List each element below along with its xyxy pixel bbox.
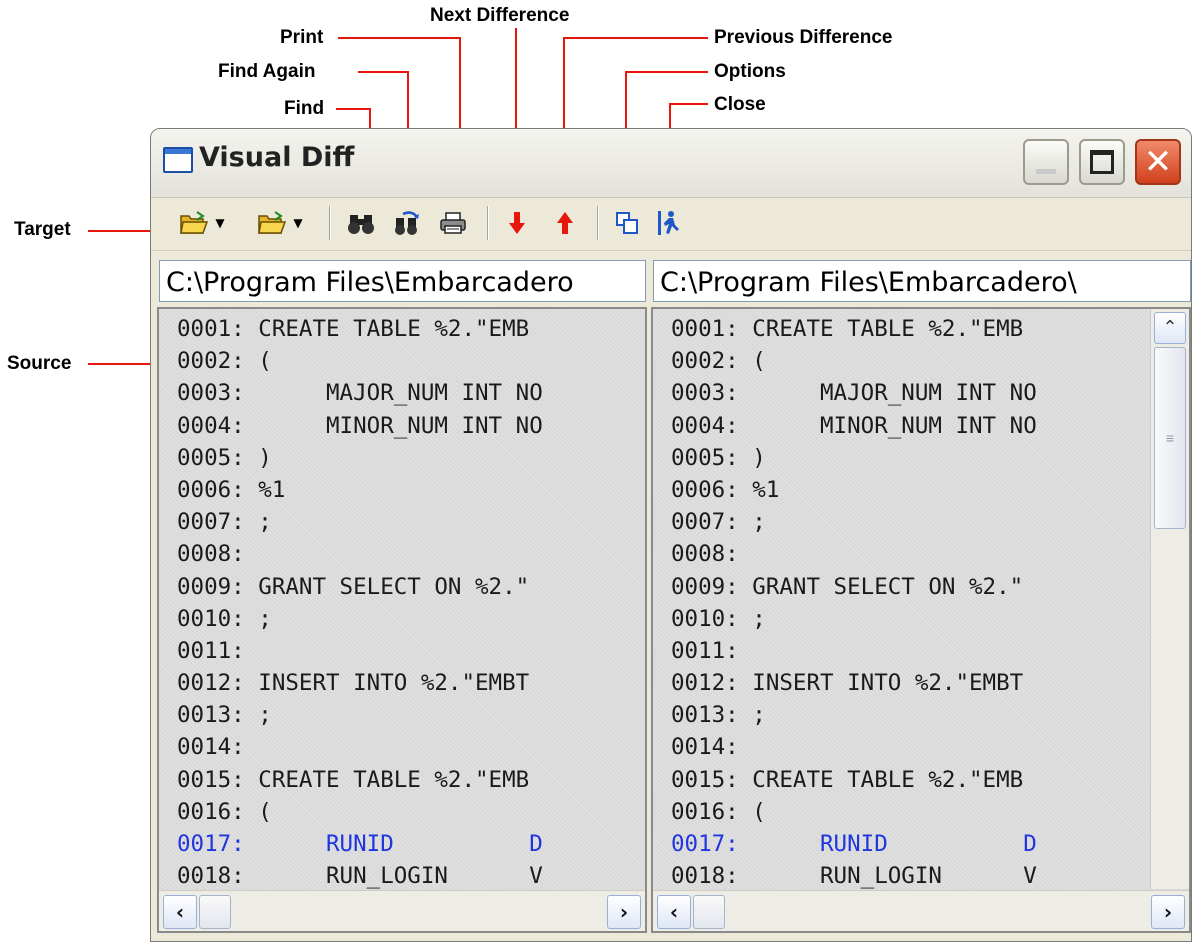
code-line: 0001: CREATE TABLE %2."EMB — [671, 316, 1024, 342]
code-line: 0009: GRANT SELECT ON %2." — [671, 573, 1024, 600]
toolbar-separator — [487, 206, 489, 240]
source-code-lines: 0001: CREATE TABLE %2."EMB 0002: ( 0003: M… — [671, 313, 1037, 892]
code-line: 0001: CREATE TABLE %2."EMB — [177, 316, 530, 342]
scroll-right-button[interactable]: › — [607, 895, 641, 929]
code-line: 0015: CREATE TABLE %2."EMB — [177, 766, 530, 793]
code-line: 0005: ) — [671, 444, 766, 471]
code-line: 0016: ( — [671, 798, 766, 825]
code-line: 0014: — [671, 734, 739, 761]
app-window-icon — [163, 147, 193, 173]
find-button[interactable] — [343, 208, 379, 238]
target-open-button[interactable]: ▼ — [173, 208, 231, 238]
scroll-right-button[interactable]: › — [1151, 895, 1185, 929]
callout-options: Options — [714, 61, 786, 82]
next-difference-button[interactable] — [501, 208, 533, 238]
code-line: 0008: — [177, 541, 245, 568]
callout-print: Print — [280, 27, 324, 48]
code-line: 0010: ; — [671, 605, 766, 632]
printer-icon — [440, 212, 466, 234]
print-button[interactable] — [435, 208, 471, 238]
visual-diff-window: Visual Diff ✕ ▼ ▼ C:\Program Files\Embar… — [150, 128, 1192, 942]
code-line: 0014: — [177, 734, 245, 761]
code-line: 0013: ; — [671, 702, 766, 729]
code-line: 0002: ( — [671, 348, 766, 375]
toolbar-separator — [329, 206, 331, 240]
code-line: 0018: RUN_LOGIN V — [671, 863, 1037, 890]
close-window-button[interactable]: ✕ — [1135, 139, 1181, 185]
toolbar-separator — [597, 206, 599, 240]
target-code-pane[interactable]: 0001: CREATE TABLE %2."EMB 0002: ( 0003: M… — [157, 307, 647, 933]
title-bar[interactable]: Visual Diff ✕ — [151, 129, 1191, 198]
source-horizontal-scrollbar[interactable]: ‹ › — [653, 890, 1189, 931]
callout-find: Find — [284, 98, 325, 119]
callout-find-again: Find Again — [218, 61, 316, 82]
code-line: 0008: — [671, 541, 739, 568]
maximize-icon — [1090, 150, 1114, 174]
code-line: 0015: CREATE TABLE %2."EMB — [671, 766, 1024, 793]
code-line: 0013: ; — [177, 702, 272, 729]
code-line: 0005: ) — [177, 444, 272, 471]
code-line: 0004: MINOR_NUM INT NO — [177, 412, 543, 439]
callout-target: Target — [14, 219, 71, 240]
code-line: 0004: MINOR_NUM INT NO — [671, 412, 1037, 439]
find-again-icon — [395, 211, 419, 235]
callout-source: Source — [7, 353, 72, 374]
callout-next-difference: Next Difference — [430, 5, 570, 26]
code-line: 0007: ; — [177, 509, 272, 536]
options-button[interactable] — [611, 208, 643, 238]
find-again-button[interactable] — [389, 208, 425, 238]
scroll-left-button[interactable]: ‹ — [163, 895, 197, 929]
dropdown-arrow-icon[interactable]: ▼ — [215, 216, 224, 230]
code-line: 0011: — [177, 637, 245, 664]
callout-previous-difference: Previous Difference — [714, 27, 893, 48]
window-title: Visual Diff — [199, 142, 355, 173]
callout-close: Close — [714, 94, 766, 115]
minimize-icon — [1036, 169, 1056, 174]
scroll-left-button[interactable]: ‹ — [657, 895, 691, 929]
code-line: 0012: INSERT INTO %2."EMBT — [177, 670, 530, 697]
previous-difference-button[interactable] — [549, 208, 581, 238]
options-icon — [616, 212, 638, 234]
target-horizontal-scrollbar[interactable]: ‹ › — [159, 890, 645, 931]
code-line: 0003: MAJOR_NUM INT NO — [671, 380, 1037, 407]
open-folder-icon — [180, 211, 209, 234]
up-arrow-icon — [557, 212, 573, 234]
code-line: 0009: GRANT SELECT ON %2." — [177, 573, 530, 600]
code-line: 0011: — [671, 637, 739, 664]
exit-icon — [658, 211, 679, 235]
code-line: 0002: ( — [177, 348, 272, 375]
code-line: 0012: INSERT INTO %2."EMBT — [671, 670, 1024, 697]
code-line: 0006: %1 — [671, 476, 780, 503]
target-path-field[interactable]: C:\Program Files\Embarcadero — [159, 260, 646, 302]
code-line: 0017: RUNID D — [177, 831, 543, 857]
open-folder-icon — [258, 211, 287, 234]
scroll-thumb[interactable] — [199, 895, 231, 929]
code-line: 0016: ( — [177, 798, 272, 825]
code-line: 0006: %1 — [177, 476, 286, 503]
code-line: 0003: MAJOR_NUM INT NO — [177, 380, 543, 407]
close-icon: ✕ — [1143, 142, 1173, 182]
code-line: 0010: ; — [177, 605, 272, 632]
down-arrow-icon — [509, 212, 525, 234]
code-line: 0017: RUNID D — [671, 831, 1037, 857]
code-line: 0007: ; — [671, 509, 766, 536]
scroll-up-button[interactable]: ⌃ — [1154, 312, 1186, 344]
source-vertical-scrollbar[interactable]: ⌃ ≡ — [1150, 309, 1189, 889]
binoculars-icon — [348, 215, 374, 234]
scroll-thumb[interactable] — [693, 895, 725, 929]
source-code-pane[interactable]: 0001: CREATE TABLE %2."EMB 0002: ( 0003: M… — [651, 307, 1191, 933]
code-line: 0018: RUN_LOGIN V — [177, 863, 543, 890]
minimize-button[interactable] — [1023, 139, 1069, 185]
scroll-thumb[interactable]: ≡ — [1154, 347, 1186, 529]
source-open-button[interactable]: ▼ — [251, 208, 309, 238]
close-button[interactable] — [653, 208, 685, 238]
maximize-button[interactable] — [1079, 139, 1125, 185]
target-code-lines: 0001: CREATE TABLE %2."EMB 0002: ( 0003: M… — [177, 313, 543, 892]
dropdown-arrow-icon[interactable]: ▼ — [293, 216, 302, 230]
toolbar: ▼ ▼ — [151, 198, 1191, 251]
scroll-grip-icon: ≡ — [1165, 430, 1175, 446]
source-path-field[interactable]: C:\Program Files\Embarcadero\ — [653, 260, 1191, 302]
